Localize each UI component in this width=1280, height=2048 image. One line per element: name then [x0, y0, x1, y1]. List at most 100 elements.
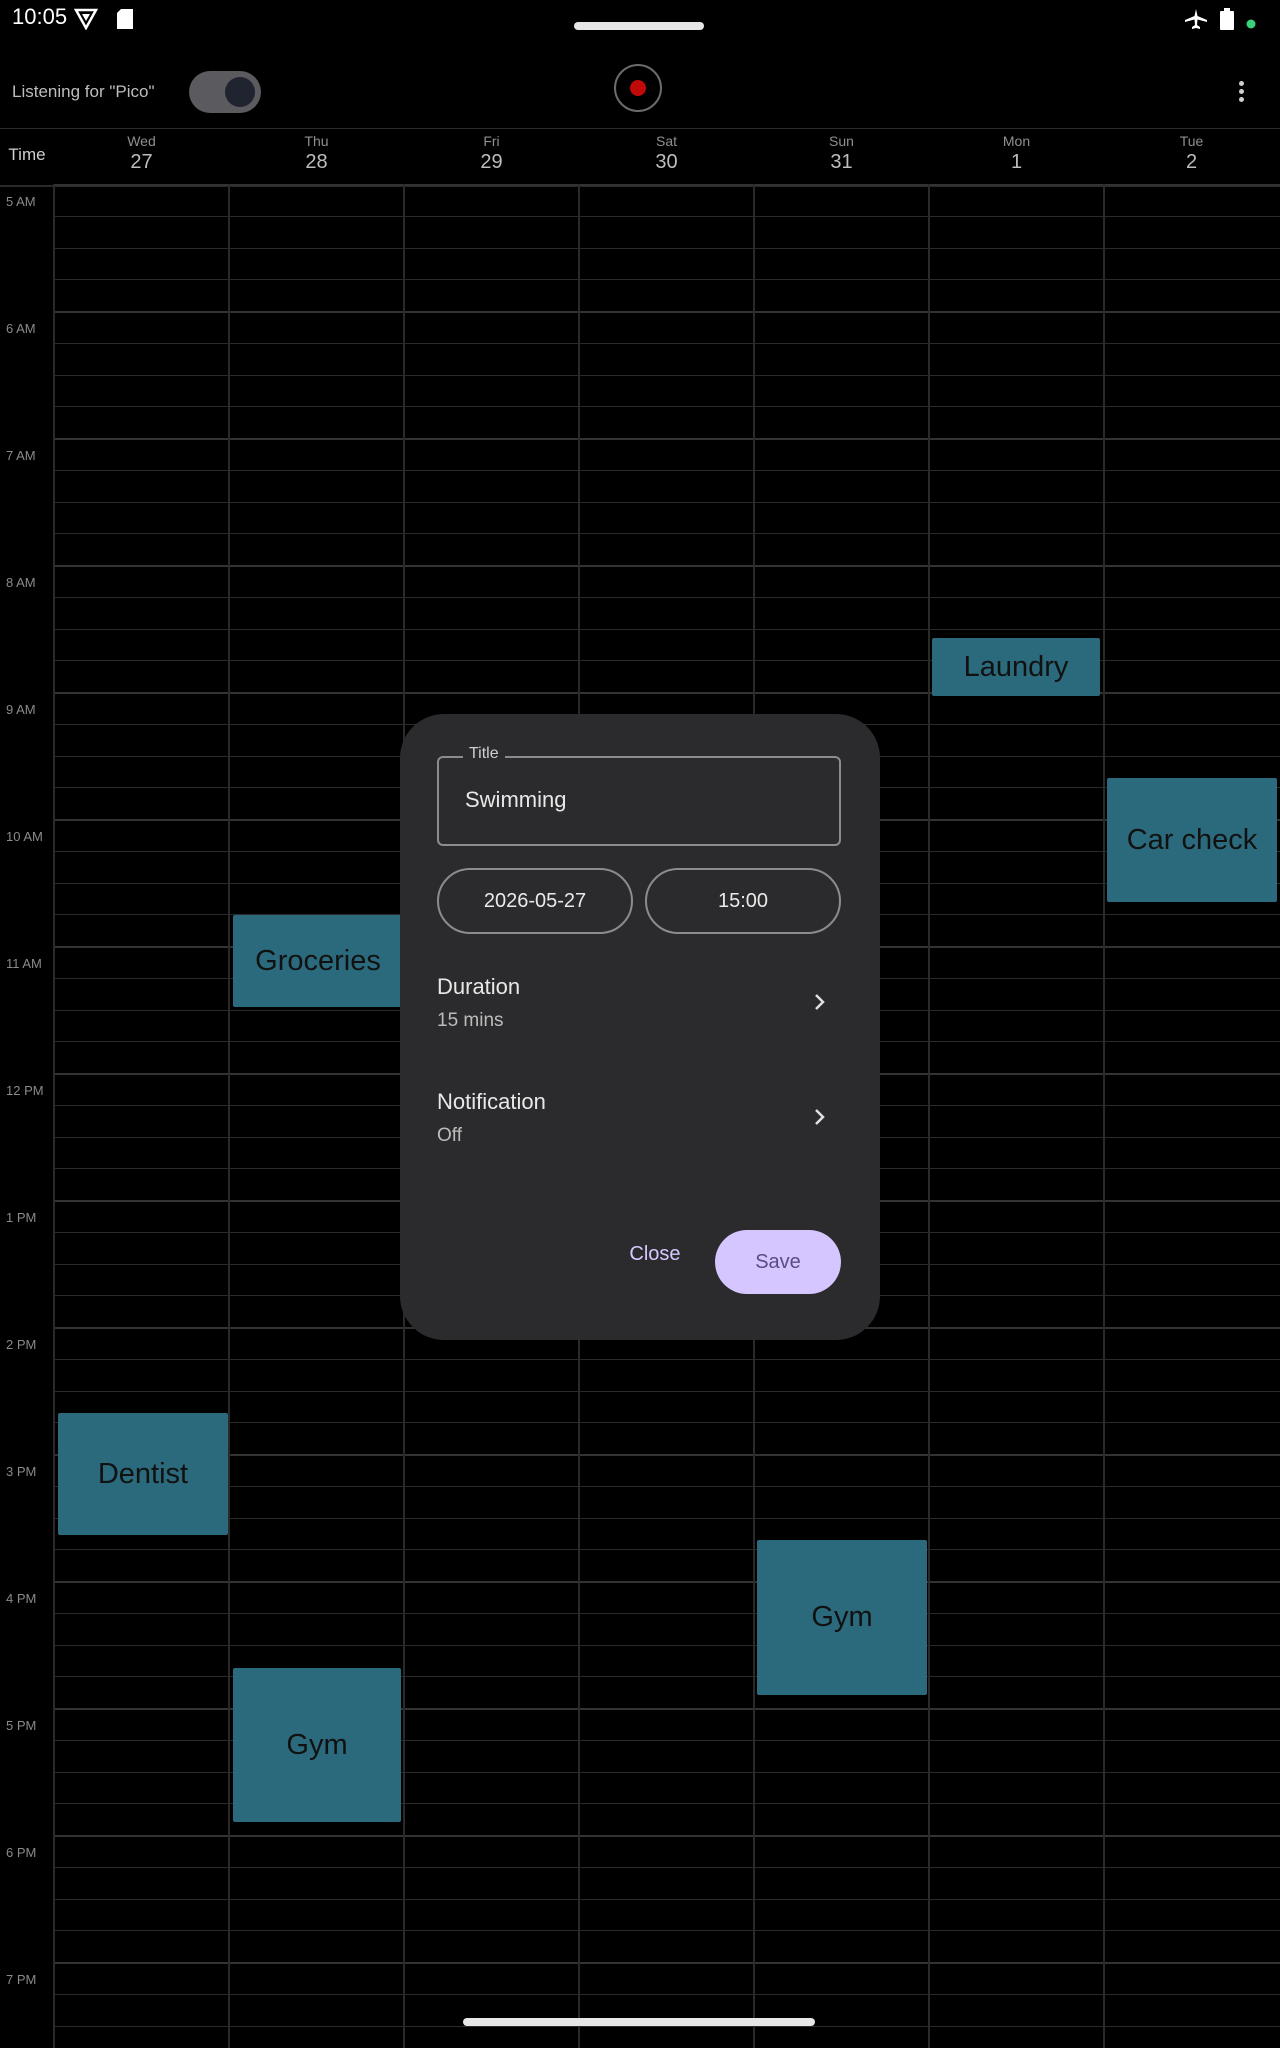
grid-line — [54, 596, 1280, 598]
grid-line — [1103, 184, 1105, 2048]
event-gym-sun[interactable]: Gym — [757, 1540, 927, 1695]
day-name: Sun — [829, 133, 854, 149]
listening-label: Listening for "Pico" — [12, 82, 155, 101]
app-bar: Listening for "Pico" — [0, 60, 1280, 122]
hour-label: 4 PM — [6, 1591, 37, 1606]
grid-line — [54, 1962, 1280, 1964]
grid-line — [54, 1390, 1280, 1392]
event-gym-thu[interactable]: Gym — [233, 1668, 401, 1822]
hour-label: 8 AM — [6, 575, 36, 590]
time-button[interactable]: 15:00 — [645, 868, 841, 934]
grid-line — [54, 1644, 1280, 1646]
notification-value: Off — [437, 1125, 462, 1146]
grid-line — [54, 215, 1280, 217]
close-button[interactable]: Close — [610, 1228, 700, 1280]
date-button[interactable]: 2026-05-27 — [437, 868, 633, 934]
grid-line — [54, 533, 1280, 535]
day-number: 31 — [830, 151, 853, 173]
save-button[interactable]: Save — [715, 1230, 841, 1294]
record-button[interactable] — [614, 64, 662, 112]
calendar-header: Time Wed 27 Thu 28 Fri 29 Sat 30 Sun 31 — [0, 128, 1280, 187]
grid-line — [54, 279, 1280, 281]
grid-line — [54, 1930, 1280, 1932]
toggle-knob — [225, 77, 255, 107]
grid-line — [54, 501, 1280, 503]
grid-line — [228, 184, 230, 2048]
duration-row[interactable]: Duration 15 mins — [437, 964, 841, 1044]
grid-line — [54, 247, 1280, 249]
listening-toggle[interactable] — [189, 71, 261, 113]
record-icon — [630, 80, 646, 96]
day-header-tue[interactable]: Tue 2 — [1104, 129, 1279, 174]
day-number: 30 — [655, 151, 678, 173]
day-number: 1 — [1010, 151, 1023, 173]
day-name: Tue — [1179, 133, 1204, 149]
grid-line — [54, 1517, 1280, 1519]
hour-label: 10 AM — [6, 829, 43, 844]
duration-value: 15 mins — [437, 1010, 504, 1031]
more-vert-icon[interactable] — [1226, 78, 1256, 108]
day-header-thu[interactable]: Thu 28 — [229, 129, 404, 174]
grid-line — [53, 184, 55, 2048]
day-number: 27 — [130, 151, 153, 173]
hour-label: 7 AM — [6, 448, 36, 463]
time-column-header: Time — [8, 145, 46, 164]
grid-line — [54, 565, 1280, 567]
app-root: 10:05 Listening for "Pico" Time Wed 27 T… — [0, 0, 1280, 2048]
notification-label: Notification — [437, 1089, 546, 1114]
event-dialog: Title 2026-05-27 15:00 Duration 15 mins … — [400, 714, 880, 1340]
hour-label: 6 PM — [6, 1845, 37, 1860]
hour-label: 3 PM — [6, 1464, 37, 1479]
hour-label: 12 PM — [6, 1083, 44, 1098]
grid-line — [54, 1866, 1280, 1868]
day-name: Wed — [127, 133, 156, 149]
grid-line — [54, 184, 1280, 186]
hour-label: 9 AM — [6, 702, 36, 717]
dot-icon — [1246, 14, 1256, 33]
hour-label: 11 AM — [6, 956, 42, 971]
grid-line — [54, 1549, 1280, 1551]
day-header-sun[interactable]: Sun 31 — [754, 129, 929, 174]
grid-line — [54, 1358, 1280, 1360]
grid-line — [54, 1485, 1280, 1487]
duration-label: Duration — [437, 974, 521, 999]
gesture-handle — [463, 2018, 815, 2026]
day-name: Thu — [304, 133, 329, 149]
event-car-check[interactable]: Car check — [1107, 778, 1277, 902]
grid-line — [54, 438, 1280, 440]
grid-line — [54, 374, 1280, 376]
event-groceries[interactable]: Groceries — [233, 915, 403, 1007]
event-dentist[interactable]: Dentist — [58, 1413, 228, 1535]
grid-line — [54, 342, 1280, 344]
day-number: 2 — [1185, 151, 1198, 173]
hour-label: 2 PM — [6, 1337, 37, 1352]
hour-label: 6 AM — [6, 321, 36, 336]
title-input[interactable] — [463, 786, 817, 814]
day-name: Mon — [1002, 133, 1031, 149]
sd-card-icon — [116, 8, 134, 34]
day-header-sat[interactable]: Sat 30 — [579, 129, 754, 174]
day-header-mon[interactable]: Mon 1 — [929, 129, 1104, 174]
grid-line — [54, 1835, 1280, 1837]
day-name: Sat — [655, 133, 677, 149]
day-name: Fri — [483, 133, 500, 149]
chevron-right-icon — [807, 990, 831, 1014]
day-header-wed[interactable]: Wed 27 — [54, 129, 229, 174]
day-header-fri[interactable]: Fri 29 — [404, 129, 579, 174]
grid-line — [54, 1612, 1280, 1614]
grid-line — [54, 1898, 1280, 1900]
event-laundry[interactable]: Laundry — [932, 638, 1100, 696]
notification-row[interactable]: Notification Off — [437, 1079, 841, 1159]
grid-line — [54, 1581, 1280, 1583]
grid-line — [54, 1422, 1280, 1424]
airplane-icon — [1184, 8, 1208, 34]
title-field[interactable]: Title — [437, 745, 841, 846]
battery-icon — [1220, 8, 1234, 34]
hour-label: 5 AM — [6, 194, 36, 209]
status-time: 10:05 — [12, 4, 68, 29]
hour-label: 1 PM — [6, 1210, 37, 1225]
day-number: 28 — [305, 151, 328, 173]
chevron-right-icon — [807, 1105, 831, 1129]
grid-line — [54, 1454, 1280, 1456]
notch-handle — [574, 22, 704, 30]
